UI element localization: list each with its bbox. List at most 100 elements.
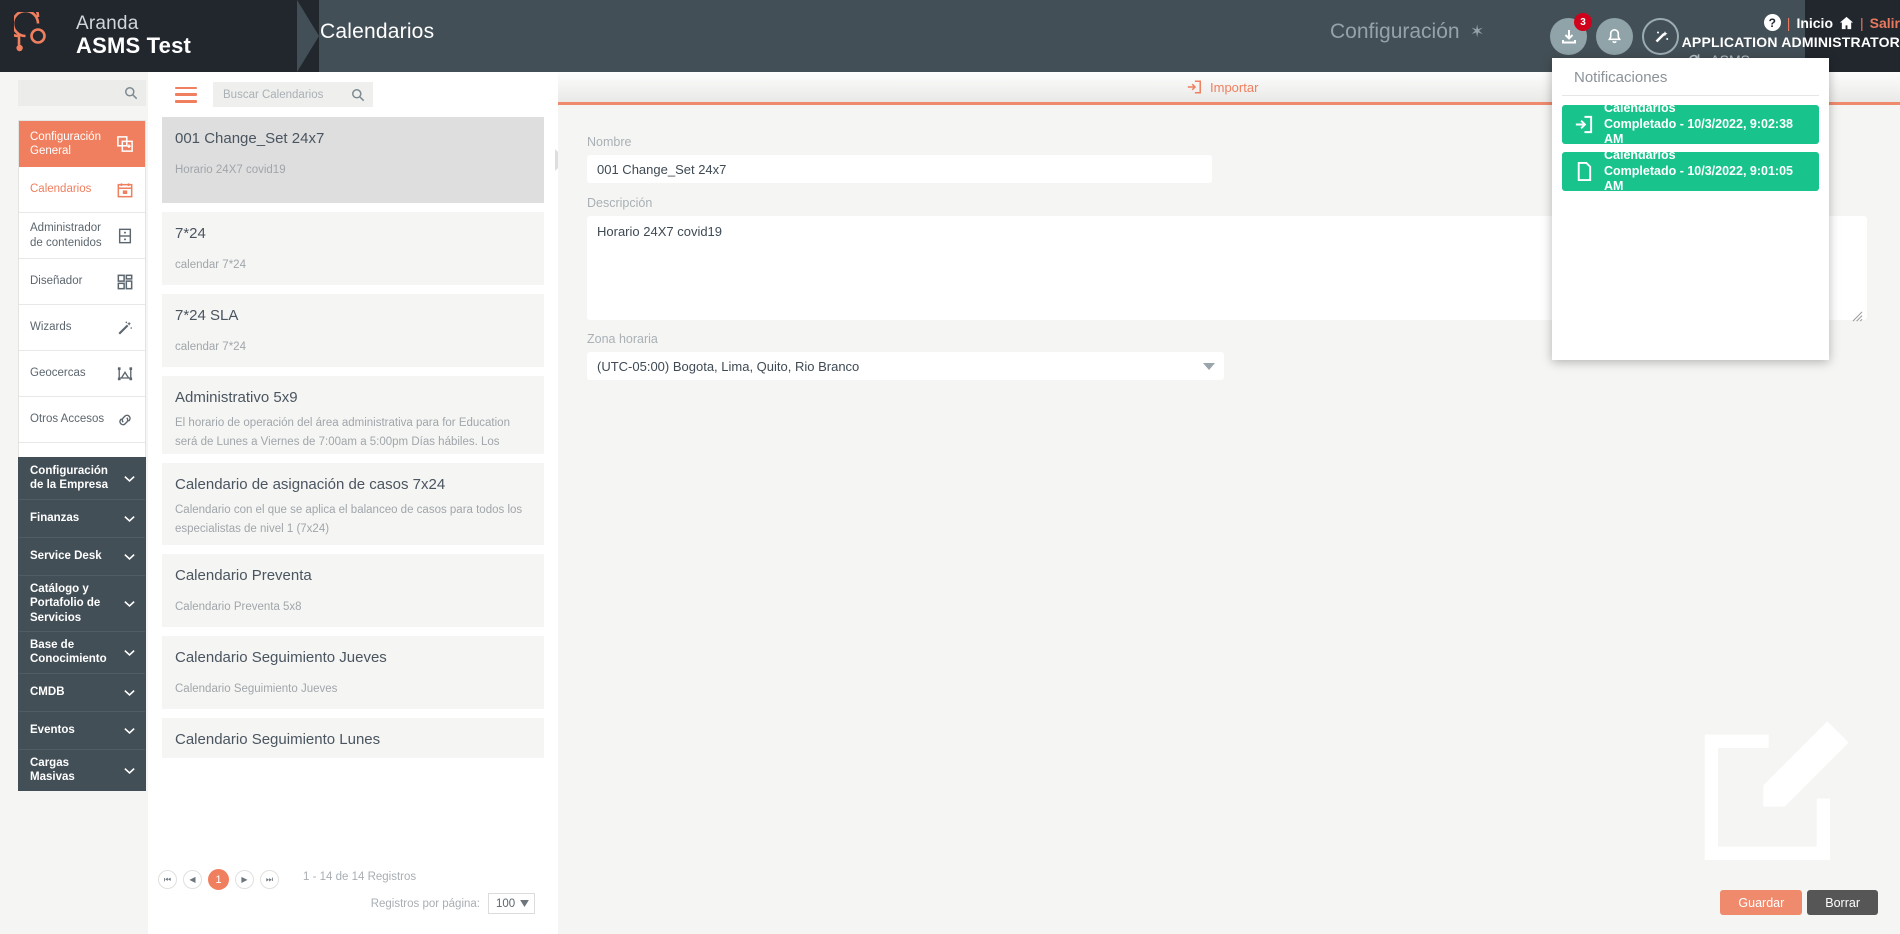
list-item[interactable]: Administrativo 5x9 El horario de operaci… xyxy=(162,376,544,454)
delete-button[interactable]: Borrar xyxy=(1807,890,1878,915)
sidebar-item-label: Otros Accesos xyxy=(30,413,105,426)
name-field-group: Nombre xyxy=(587,135,1212,183)
wand-icon xyxy=(115,320,135,336)
home-link[interactable]: Inicio xyxy=(1796,15,1833,31)
sidebar-item-label: Configuración General xyxy=(30,130,101,157)
list-item-name: Calendario de asignación de casos 7x24 xyxy=(175,476,446,493)
timezone-value: (UTC-05:00) Bogota, Lima, Quito, Rio Bra… xyxy=(597,358,860,374)
logout-link[interactable]: Salir xyxy=(1870,15,1900,31)
copy-plus-icon xyxy=(115,136,135,152)
sidebar-item-label: Calendarios xyxy=(30,183,92,196)
sidebar-group-label: Configuración de la Empresa xyxy=(30,465,108,492)
file-icon xyxy=(1572,161,1594,182)
home-icon[interactable] xyxy=(1839,16,1854,30)
calendar-icon xyxy=(115,182,135,198)
download-glyph-icon xyxy=(1561,29,1576,43)
aranda-spiral-logo-icon xyxy=(14,12,46,52)
last-page-icon[interactable]: ⏭ xyxy=(260,870,279,889)
list-item-description: Calendario con el que se aplica el balan… xyxy=(175,504,523,535)
sidebar-item-wizards[interactable]: Wizards xyxy=(19,305,145,351)
sidebar-group-cmdb[interactable]: CMDB xyxy=(19,674,145,712)
search-input[interactable]: Buscar Calendarios xyxy=(213,82,373,107)
chevron-down-icon xyxy=(124,475,135,482)
chevron-down-icon xyxy=(124,553,135,560)
user-role-label: APPLICATION ADMINISTRATOR xyxy=(1681,34,1900,50)
notification-status: Completado - 10/3/2022, 9:01:05 AM xyxy=(1604,163,1793,194)
notifications-title: Notificaciones xyxy=(1562,58,1819,96)
timezone-label: Zona horaria xyxy=(587,332,658,346)
rows-per-page-label: Registros por página: xyxy=(370,897,480,910)
sidebar-group-label: Eventos xyxy=(30,723,75,736)
sidebar-group-eventos[interactable]: Eventos xyxy=(19,712,145,750)
list-item-name: Calendario Preventa xyxy=(175,567,312,584)
left-sidebar: Configuración General Calendarios Admini… xyxy=(0,72,148,934)
current-page-button[interactable]: 1 xyxy=(208,869,229,890)
brand-logo-area[interactable]: Aranda ASMS Test xyxy=(0,0,300,72)
calendars-list[interactable]: 001 Change_Set 24x7 Horario 24X7 covid19… xyxy=(148,117,558,887)
notification-status: Completado - 10/3/2022, 9:02:38 AM xyxy=(1604,116,1793,147)
config-label[interactable]: Configuración xyxy=(1330,20,1460,44)
sidebar-group-service-desk[interactable]: Service Desk xyxy=(19,538,145,576)
hamburger-icon[interactable] xyxy=(175,86,197,103)
sidebar-item-label: Wizards xyxy=(30,321,72,334)
sidebar-group-configuracion-de-la-empresa[interactable]: Configuración de la Empresa xyxy=(19,458,145,500)
list-item-description: Calendario Preventa 5x8 xyxy=(175,601,302,613)
chevron-down-icon xyxy=(124,689,135,696)
prev-page-icon[interactable]: ◀ xyxy=(183,870,202,889)
list-item-name: 001 Change_Set 24x7 xyxy=(175,130,325,147)
sidebar-item-label: Administrador de contenidos xyxy=(30,222,102,249)
list-item[interactable]: Calendario Seguimiento Jueves Calendario… xyxy=(162,636,544,709)
module-title: Calendarios xyxy=(320,20,435,43)
list-item-name: Calendario Seguimiento Jueves xyxy=(175,649,387,666)
edit-pencil-watermark-icon xyxy=(1704,721,1849,860)
sidebar-group-label: Service Desk xyxy=(30,550,102,563)
link-icon xyxy=(115,412,135,428)
notifications-panel: Notificaciones Calendarios Completado - … xyxy=(1552,58,1829,360)
sidebar-item-calendarios[interactable]: Calendarios xyxy=(19,167,145,213)
chevron-down-icon xyxy=(124,515,135,522)
first-page-icon[interactable]: ⏮ xyxy=(158,870,177,889)
bell-icon[interactable] xyxy=(1596,18,1633,55)
notification-title: Calendarios xyxy=(1604,148,1676,163)
sidebar-item-otros-accesos[interactable]: Otros Accesos xyxy=(19,397,145,443)
question-mark-icon[interactable]: ? xyxy=(1763,14,1781,31)
sidebar-item-configuracion-general[interactable]: Configuración General xyxy=(19,121,145,167)
timezone-field-group: Zona horaria (UTC-05:00) Bogota, Lima, Q… xyxy=(587,332,1224,380)
sidebar-group-label: Finanzas xyxy=(30,512,80,525)
sidebar-item-geocercas[interactable]: Geocercas xyxy=(19,351,145,397)
download-icon[interactable]: 3 xyxy=(1550,13,1592,55)
notification-item[interactable]: Calendarios Completado - 10/3/2022, 9:01… xyxy=(1562,148,1819,193)
name-label: Nombre xyxy=(587,135,632,149)
import-arrow-icon xyxy=(1572,114,1594,135)
sidebar-group-finanzas[interactable]: Finanzas xyxy=(19,500,145,538)
notification-item[interactable]: Calendarios Completado - 10/3/2022, 9:02… xyxy=(1562,101,1819,146)
sidebar-item-label: Geocercas xyxy=(30,367,86,380)
gear-icon[interactable]: ✶ xyxy=(1470,22,1484,42)
sidebar-group-base-de-conocimiento[interactable]: Base de Conocimiento xyxy=(19,632,145,674)
next-page-icon[interactable]: ▶ xyxy=(235,870,254,889)
name-input[interactable] xyxy=(587,155,1212,183)
separator-2: | xyxy=(1860,14,1864,31)
sidebar-search-box[interactable] xyxy=(18,80,146,106)
rows-per-page-select[interactable]: 100 xyxy=(488,893,535,914)
list-item[interactable]: 001 Change_Set 24x7 Horario 24X7 covid19 xyxy=(162,117,558,203)
list-item[interactable]: Calendario de asignación de casos 7x24 C… xyxy=(162,463,544,545)
calendars-list-panel: Buscar Calendarios Nuevo 001 Change_Set … xyxy=(148,72,678,934)
sidebar-item-administrador-de-contenidos[interactable]: Administrador de contenidos xyxy=(19,213,145,259)
list-item[interactable]: Calendario Seguimiento Lunes xyxy=(162,718,544,758)
import-button[interactable]: Importar xyxy=(1186,79,1258,95)
sidebar-group-cargas-masivas[interactable]: Cargas Masivas xyxy=(19,750,145,791)
save-button[interactable]: Guardar xyxy=(1720,890,1803,915)
notifications-list: Calendarios Completado - 10/3/2022, 9:02… xyxy=(1552,96,1829,193)
import-label: Importar xyxy=(1210,79,1259,95)
timezone-select[interactable]: (UTC-05:00) Bogota, Lima, Quito, Rio Bra… xyxy=(587,352,1224,380)
list-item[interactable]: 7*24 calendar 7*24 xyxy=(162,212,544,285)
search-placeholder: Buscar Calendarios xyxy=(223,88,324,101)
import-arrow-icon xyxy=(1187,80,1201,94)
sidebar-group-catalogo-y-portafolio-de-servicios[interactable]: Catálogo y Portafolio de Servicios xyxy=(19,576,145,632)
sidebar-item-disenador[interactable]: Diseñador xyxy=(19,259,145,305)
brand-line-1: Aranda xyxy=(76,13,139,35)
list-item[interactable]: 7*24 SLA calendar 7*24 xyxy=(162,294,544,367)
resize-grip-icon[interactable] xyxy=(1852,311,1863,322)
list-item[interactable]: Calendario Preventa Calendario Preventa … xyxy=(162,554,544,627)
